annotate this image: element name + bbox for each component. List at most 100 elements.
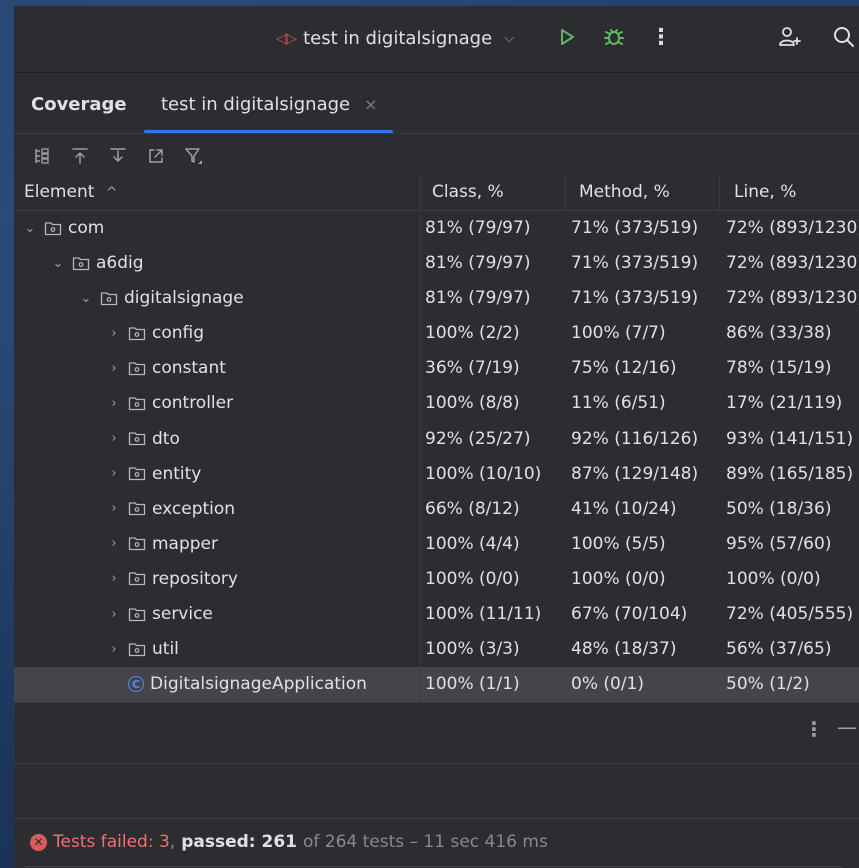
chevron-right-icon[interactable]: ›	[106, 431, 122, 446]
close-icon[interactable]: ×	[364, 95, 377, 114]
test-status-bar: ✕ Tests failed: 3, passed: 261 of 264 te…	[14, 818, 859, 868]
chevron-right-icon[interactable]: ›	[106, 571, 122, 586]
search-icon	[834, 27, 854, 47]
element-name: mapper	[152, 533, 219, 554]
column-header-class[interactable]: Class, %	[432, 182, 504, 202]
element-name: util	[152, 639, 179, 660]
flatten-packages-button[interactable]	[30, 144, 54, 168]
column-divider[interactable]	[565, 174, 566, 210]
element-name: exception	[152, 498, 236, 519]
table-header: Element ^ Class, % Method, % Line, %	[14, 174, 859, 211]
table-row[interactable]: › entity 100% (10/10) 87% (129/148) 89% (165…	[14, 456, 859, 492]
method-coverage: 71% (373/519)	[571, 288, 699, 309]
debug-button[interactable]	[599, 22, 629, 52]
table-body: ⌄ com 81% (79/97) 71% (373/519) 72% (893/123…	[14, 211, 859, 703]
chevron-right-icon[interactable]: ›	[106, 326, 122, 341]
main-toolbar: ◁▷ test in digitalsignage ⌵ ⋮	[14, 6, 859, 73]
chevron-down-icon[interactable]: ⌄	[50, 256, 66, 271]
table-row[interactable]: ⌄ com 81% (79/97) 71% (373/519) 72% (893/123…	[14, 211, 859, 247]
element-name: constant	[152, 358, 226, 379]
generate-report-button[interactable]	[144, 144, 168, 168]
class-coverage: 100% (4/4)	[425, 533, 520, 554]
class-coverage: 81% (79/97)	[425, 253, 531, 274]
filter-button[interactable]	[182, 144, 206, 168]
chevron-right-icon[interactable]: ›	[106, 536, 122, 551]
chevron-right-icon[interactable]: ›	[106, 607, 122, 622]
collapse-all-icon	[72, 148, 88, 164]
element-name: dto	[152, 428, 180, 449]
package-folder-icon	[128, 607, 146, 622]
chevron-right-icon[interactable]: ›	[106, 642, 122, 657]
table-row[interactable]: ⌄ a6dig 81% (79/97) 71% (373/519) 72% (893/1…	[14, 246, 859, 282]
error-icon: ✕	[30, 833, 47, 851]
column-divider[interactable]	[420, 174, 421, 210]
package-folder-icon	[44, 221, 62, 236]
chevron-right-icon[interactable]: ›	[106, 396, 122, 411]
line-coverage: 93% (141/151)	[726, 428, 854, 449]
chevron-down-icon[interactable]: ⌄	[78, 291, 94, 306]
column-header-method[interactable]: Method, %	[579, 182, 670, 202]
table-row[interactable]: ⌄ digitalsignage 81% (79/97) 71% (373/519) 7…	[14, 281, 859, 317]
line-coverage: 95% (57/60)	[726, 533, 832, 554]
table-row[interactable]: › constant 36% (7/19) 75% (12/16) 78% (15/19…	[14, 351, 859, 387]
line-coverage: 72% (893/1230)	[726, 253, 859, 274]
line-coverage: 72% (893/1230)	[726, 218, 859, 238]
minimize-icon[interactable]: —	[837, 715, 857, 739]
element-name: repository	[152, 568, 238, 589]
element-name: DigitalsignageApplication	[150, 674, 367, 695]
expand-all-button[interactable]	[106, 144, 130, 168]
method-coverage: 71% (373/519)	[571, 218, 699, 238]
chevron-right-icon[interactable]: ›	[106, 361, 122, 376]
column-header-line[interactable]: Line, %	[734, 182, 796, 202]
more-options-button[interactable]: ⋮	[804, 717, 824, 741]
search-button[interactable]	[829, 22, 859, 52]
class-coverage: 36% (7/19)	[425, 358, 520, 379]
test-config-icon: ◁▷	[276, 29, 297, 47]
line-coverage: 72% (405/555)	[726, 604, 854, 625]
method-coverage: 71% (373/519)	[571, 253, 699, 274]
line-coverage: 17% (21/119)	[726, 393, 843, 414]
element-name: service	[152, 604, 213, 625]
element-name: entity	[152, 463, 202, 484]
more-actions-button[interactable]: ⋮	[646, 22, 676, 52]
table-row[interactable]: › controller 100% (8/8) 11% (6/51) 17% (21/1…	[14, 386, 859, 422]
tests-summary-label: of 264 tests – 11 sec 416 ms	[302, 832, 548, 852]
filter-icon	[185, 148, 202, 164]
table-row[interactable]: › repository 100% (0/0) 100% (0/0) 100% (0/0…	[14, 561, 859, 598]
line-coverage: 50% (18/36)	[726, 498, 832, 519]
code-with-me-button[interactable]	[774, 22, 804, 52]
table-row[interactable]: › util 100% (3/3) 48% (18/37) 56% (37/65)	[14, 632, 859, 668]
add-user-icon	[779, 27, 801, 46]
run-configuration-selector[interactable]: ◁▷ test in digitalsignage ⌵	[276, 24, 514, 52]
table-row[interactable]: › exception 66% (8/12) 41% (10/24) 50% (18/3…	[14, 491, 859, 527]
chevron-right-icon[interactable]: ›	[106, 501, 122, 516]
class-coverage: 81% (79/97)	[425, 288, 531, 309]
line-coverage: 78% (15/19)	[726, 358, 832, 379]
line-coverage: 72% (893/1230)	[726, 288, 859, 309]
package-folder-icon	[128, 466, 146, 481]
collapse-all-button[interactable]	[68, 144, 92, 168]
table-row[interactable]: › mapper 100% (4/4) 100% (5/5) 95% (57/60)	[14, 526, 859, 562]
column-divider[interactable]	[719, 174, 720, 210]
chevron-down-icon[interactable]: ⌄	[22, 221, 38, 236]
run-button[interactable]	[552, 22, 582, 52]
class-coverage: 100% (11/11)	[425, 604, 542, 625]
table-row[interactable]: › config 100% (2/2) 100% (7/7) 86% (33/38)	[14, 316, 859, 352]
package-folder-icon	[100, 291, 118, 306]
tab-label: test in digitalsignage	[161, 94, 351, 115]
class-coverage: 100% (2/2)	[425, 323, 520, 344]
element-name: controller	[152, 393, 234, 414]
table-row[interactable]: › dto 92% (25/27) 92% (116/126) 93% (141/151…	[14, 421, 859, 457]
status-separator: ,	[169, 832, 176, 852]
tab-test-in-digitalsignage[interactable]: test in digitalsignage ×	[161, 94, 378, 115]
chevron-right-icon[interactable]: ›	[106, 466, 122, 481]
table-row[interactable]: › service 100% (11/11) 67% (70/104) 72% (405…	[14, 597, 859, 633]
coverage-tab-bar: Coverage test in digitalsignage ×	[14, 73, 859, 134]
expand-all-icon	[110, 148, 126, 163]
column-header-element[interactable]: Element ^	[24, 182, 118, 202]
package-folder-icon	[128, 361, 146, 376]
table-row[interactable]: C DigitalsignageApplication 100% (1/1) 0% (…	[14, 667, 859, 703]
line-coverage: 50% (1/2)	[726, 674, 810, 695]
package-folder-icon	[128, 642, 146, 657]
method-coverage: 75% (12/16)	[571, 358, 677, 379]
